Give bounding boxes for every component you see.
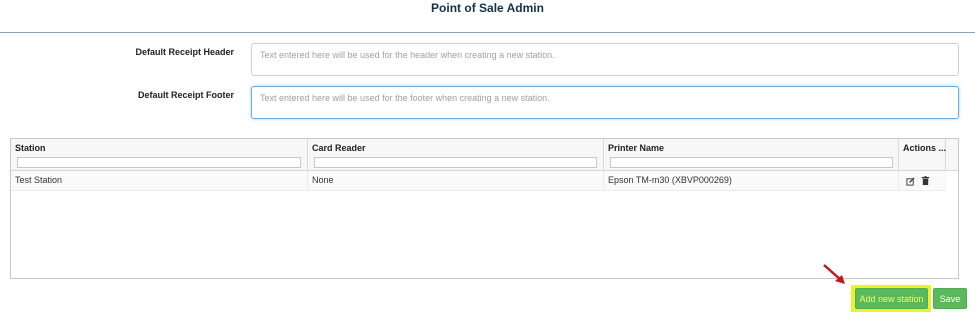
- add-new-station-button[interactable]: Add new station: [855, 288, 928, 309]
- table-row[interactable]: Test Station None Epson TM-m30 (XBVP0002…: [11, 171, 946, 191]
- receipt-header-label: Default Receipt Header: [135, 47, 234, 57]
- card-reader-filter-input[interactable]: [314, 157, 597, 168]
- column-card-reader[interactable]: Card Reader: [308, 139, 604, 171]
- column-title: Station: [15, 143, 46, 153]
- column-actions[interactable]: Actions ...: [899, 139, 946, 171]
- column-printer-name[interactable]: Printer Name: [604, 139, 899, 171]
- receipt-footer-label: Default Receipt Footer: [137, 90, 234, 100]
- page-title: Point of Sale Admin: [431, 1, 544, 15]
- column-title: Card Reader: [312, 143, 366, 153]
- pointer-arrow-icon: [823, 264, 845, 284]
- save-button[interactable]: Save: [933, 288, 967, 309]
- station-filter-input[interactable]: [17, 157, 301, 168]
- printer-filter-input[interactable]: [610, 157, 893, 168]
- grid-header: Station Card Reader Printer Name Actions…: [11, 139, 958, 171]
- delete-icon[interactable]: [920, 176, 930, 186]
- cell-actions: [899, 171, 946, 191]
- edit-icon[interactable]: [905, 176, 915, 186]
- column-title: Printer Name: [608, 143, 665, 153]
- title-divider: [0, 32, 975, 33]
- stations-grid: Station Card Reader Printer Name Actions…: [10, 138, 959, 279]
- column-station[interactable]: Station: [11, 139, 308, 171]
- cell-station: Test Station: [11, 171, 308, 191]
- cell-card-reader: None: [308, 171, 604, 191]
- receipt-footer-input[interactable]: [251, 86, 959, 119]
- column-title: Actions ...: [903, 143, 947, 153]
- cell-printer-name: Epson TM-m30 (XBVP000269): [604, 171, 899, 191]
- receipt-header-input[interactable]: [251, 43, 959, 76]
